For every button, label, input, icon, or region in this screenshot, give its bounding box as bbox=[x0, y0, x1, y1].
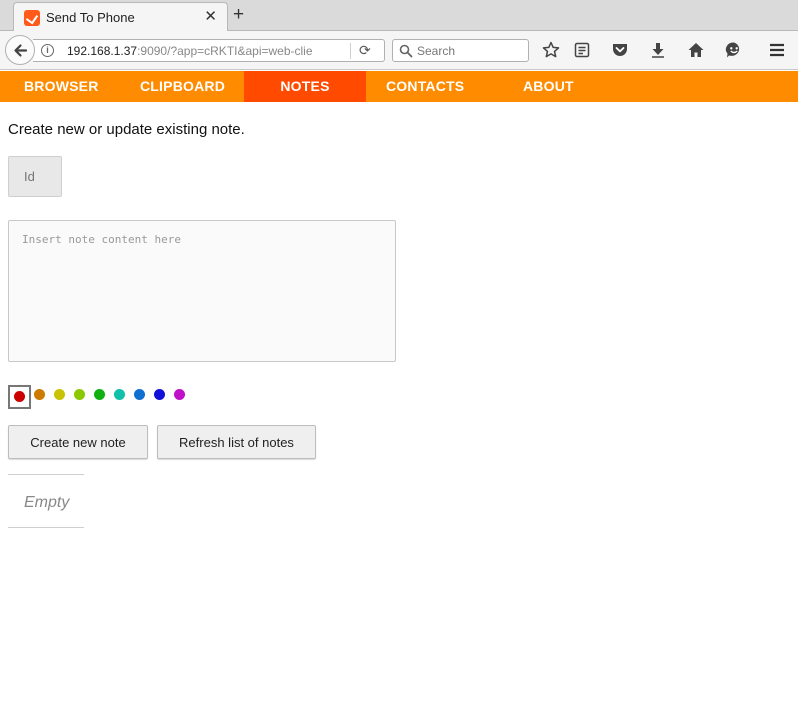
color-swatch[interactable] bbox=[54, 389, 65, 400]
nav-browser[interactable]: BROWSER bbox=[24, 71, 99, 102]
notes-empty-label: Empty bbox=[24, 494, 70, 511]
color-swatch[interactable] bbox=[74, 389, 85, 400]
search-placeholder: Search bbox=[417, 44, 456, 58]
tab-title: Send To Phone bbox=[46, 10, 135, 25]
new-tab-icon[interactable]: + bbox=[233, 5, 244, 25]
color-swatch[interactable] bbox=[14, 391, 25, 402]
search-bar[interactable]: Search bbox=[392, 39, 529, 62]
notes-list-bottom-divider bbox=[8, 527, 84, 528]
url-bar[interactable]: i 192.168.1.37:9090/?app=cRKTI&api=web-c… bbox=[33, 39, 385, 62]
reading-list-icon[interactable] bbox=[572, 40, 592, 60]
app-favicon-icon bbox=[24, 10, 40, 26]
nav-contacts[interactable]: CONTACTS bbox=[386, 71, 464, 102]
color-swatch[interactable] bbox=[154, 389, 165, 400]
nav-clipboard[interactable]: CLIPBOARD bbox=[140, 71, 225, 102]
create-note-button[interactable]: Create new note bbox=[8, 425, 148, 459]
reload-icon[interactable]: ⟳ bbox=[359, 42, 371, 59]
nav-notes[interactable]: NOTES bbox=[244, 71, 366, 102]
nav-about[interactable]: ABOUT bbox=[523, 71, 574, 102]
color-swatch[interactable] bbox=[34, 389, 45, 400]
color-swatch[interactable] bbox=[174, 389, 185, 400]
info-icon[interactable]: i bbox=[41, 44, 54, 57]
back-button[interactable] bbox=[5, 35, 35, 65]
url-text[interactable]: 192.168.1.37:9090/?app=cRKTI&api=web-cli… bbox=[67, 44, 313, 58]
app-nav-bar: BROWSER CLIPBOARD NOTES CONTACTS ABOUT bbox=[0, 71, 798, 102]
close-tab-icon[interactable]: ✕ bbox=[204, 8, 217, 26]
home-icon[interactable] bbox=[686, 40, 706, 60]
note-content-field[interactable] bbox=[8, 220, 396, 362]
note-id-field[interactable] bbox=[8, 156, 62, 197]
bookmark-star-icon[interactable] bbox=[541, 40, 561, 60]
notes-list-top-divider bbox=[8, 474, 84, 475]
url-divider bbox=[350, 43, 351, 59]
url-path: :9090/?app=cRKTI&api=web-clie bbox=[137, 44, 313, 58]
notes-intro-text: Create new or update existing note. bbox=[8, 121, 245, 138]
refresh-notes-button[interactable]: Refresh list of notes bbox=[157, 425, 316, 459]
search-icon bbox=[399, 44, 413, 58]
color-swatch[interactable] bbox=[114, 389, 125, 400]
pocket-icon[interactable] bbox=[610, 40, 630, 60]
hamburger-menu-icon[interactable] bbox=[767, 40, 787, 60]
color-swatch[interactable] bbox=[134, 389, 145, 400]
url-host: 192.168.1.37 bbox=[67, 44, 138, 58]
chat-smiley-icon[interactable] bbox=[724, 40, 744, 60]
back-arrow-icon bbox=[14, 44, 28, 57]
download-icon[interactable] bbox=[648, 40, 668, 60]
browser-tab[interactable]: Send To Phone ✕ bbox=[13, 2, 228, 31]
color-swatch[interactable] bbox=[94, 389, 105, 400]
browser-toolbar: i 192.168.1.37:9090/?app=cRKTI&api=web-c… bbox=[0, 31, 798, 70]
browser-tab-strip: Send To Phone ✕ + bbox=[0, 0, 798, 31]
